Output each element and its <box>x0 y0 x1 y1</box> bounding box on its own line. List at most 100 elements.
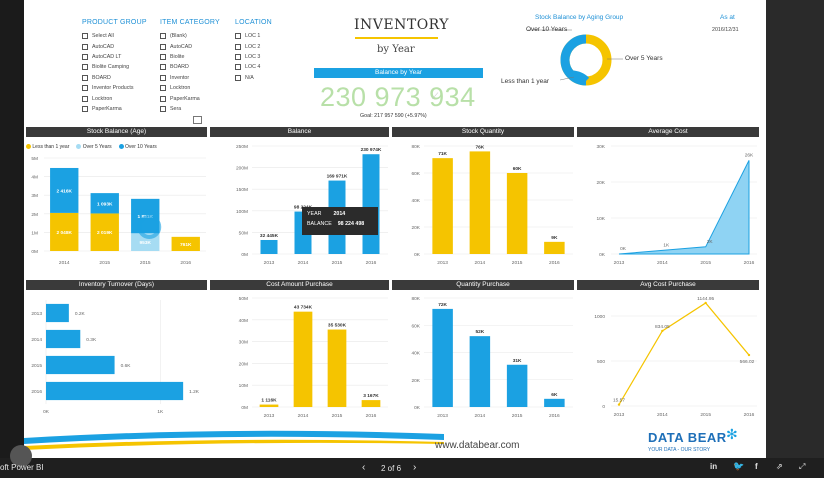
prev-page-button[interactable]: ‹ <box>362 462 365 473</box>
twitter-icon[interactable]: 🐦 <box>733 461 744 472</box>
line-series[interactable] <box>618 302 750 405</box>
slicer-item[interactable]: BOARD <box>160 62 220 72</box>
x-tick-label: 2016 <box>549 413 560 419</box>
slicer-item[interactable]: PaperKarma <box>160 93 220 103</box>
checkbox[interactable] <box>160 105 166 112</box>
chart-avg-cost-purchase[interactable]: 1000 500 0 2013 15.57 2014 834.05 2015 1144.95 20… <box>577 292 760 422</box>
facebook-icon[interactable]: f <box>755 462 758 471</box>
chart-quantity-purchase[interactable]: 80K 60K 40K 20K 0K 2013 72K 2014 52K 2015 31K 2016 6… <box>392 292 575 422</box>
slicer-item[interactable]: LOC 2 <box>235 41 272 51</box>
bar[interactable] <box>362 154 380 254</box>
slicer-item[interactable]: LOC 4 <box>235 62 272 72</box>
checkbox[interactable] <box>160 95 166 102</box>
y-tick-label: 30K <box>596 144 605 150</box>
chart-balance[interactable]: 250M 200M 150M 100M 50M 0M 2013 32 445K 2014 98 2… <box>210 140 390 272</box>
chart-average-cost[interactable]: 30K 20K 10K 0K 2013 0K 2014 1K 2015 2K 2016 26K <box>577 140 760 272</box>
y-tick-label: 10K <box>596 216 605 222</box>
slicer-item[interactable]: AutoCAD LT <box>82 52 147 62</box>
slicer-item[interactable]: Biolite Camping <box>82 62 147 72</box>
checkbox[interactable] <box>82 53 88 60</box>
checkbox[interactable] <box>82 95 88 102</box>
bar[interactable] <box>432 158 453 254</box>
checkbox[interactable] <box>160 53 166 60</box>
slicer-item-label: PaperKarma <box>170 95 200 102</box>
slicer-item[interactable]: Sera <box>160 104 220 114</box>
fullscreen-icon[interactable]: ⤢ <box>799 462 805 472</box>
line-point[interactable] <box>661 329 664 333</box>
line-point[interactable] <box>704 301 707 305</box>
bar[interactable] <box>260 239 278 254</box>
linkedin-icon[interactable]: in <box>710 462 717 471</box>
checkbox[interactable] <box>82 43 88 50</box>
chart-stock-balance-age[interactable]: 5M 4M 3M 2M 1M 0M 2 048K 2 416K 2014 2 019K 1 093K… <box>24 152 209 272</box>
x-tick-label: 2014 <box>475 260 486 266</box>
slicer-item[interactable]: Locktron <box>160 83 220 93</box>
y-tick-label: 250M <box>236 144 248 150</box>
panel-title-stock-quantity: Stock Quantity <box>392 127 574 137</box>
checkbox[interactable] <box>82 64 88 71</box>
checkbox[interactable] <box>160 64 166 71</box>
bar[interactable] <box>327 329 347 407</box>
slicer-item-label: BOARD <box>170 64 189 71</box>
checkbox[interactable] <box>82 105 88 112</box>
bar[interactable] <box>469 336 491 407</box>
expand-icon[interactable] <box>193 116 202 124</box>
slicer-item[interactable]: Inventor <box>160 73 220 83</box>
slicer-item[interactable]: N/A <box>235 73 272 83</box>
bar[interactable] <box>361 400 381 407</box>
bar[interactable] <box>469 151 491 254</box>
bar[interactable] <box>46 381 184 401</box>
bar[interactable] <box>259 404 279 407</box>
bar[interactable] <box>544 241 565 254</box>
title-underline <box>355 37 438 39</box>
bar[interactable] <box>46 329 81 349</box>
bar[interactable] <box>506 364 528 407</box>
slicer-item[interactable]: AutoCAD <box>160 41 220 51</box>
checkbox[interactable] <box>82 85 88 92</box>
chart-inventory-turnover[interactable]: 0K 1K 2013 0.2K 2014 0.3K 2015 0.6K 2016 1.2K <box>24 292 209 422</box>
bar[interactable] <box>544 398 565 407</box>
legend-item[interactable]: Less than 1 year <box>26 144 69 150</box>
checkbox[interactable] <box>160 74 166 81</box>
checkbox[interactable] <box>160 33 166 40</box>
footer-url[interactable]: www.databear.com <box>435 440 520 451</box>
left-margin <box>0 0 24 458</box>
line-point[interactable] <box>617 403 621 406</box>
checkbox[interactable] <box>82 74 88 81</box>
checkbox[interactable] <box>160 43 166 50</box>
chart-cost-amount-purchase[interactable]: 50M 40M 30M 20M 10M 0M 2013 1 116K 2014 43 734K 20… <box>210 292 390 422</box>
x-tick-label: 2013 <box>264 260 275 266</box>
share-icon[interactable]: ⇗ <box>776 462 783 471</box>
line-point[interactable] <box>747 353 751 357</box>
area-series[interactable] <box>618 160 750 255</box>
checkbox[interactable] <box>235 74 241 81</box>
donut-label-over-10: Over 10 Years <box>526 26 568 33</box>
legend-item[interactable]: Over 10 Years <box>118 144 157 150</box>
checkbox[interactable] <box>235 33 241 40</box>
slicer-item[interactable]: BOARD <box>82 73 147 83</box>
bar[interactable] <box>293 311 313 407</box>
data-label: 43 734K <box>294 305 313 311</box>
y-tick-label: 20K <box>596 180 605 186</box>
checkbox[interactable] <box>235 43 241 50</box>
slicer-item[interactable]: (Blank) <box>160 31 220 41</box>
checkbox[interactable] <box>235 53 241 60</box>
next-page-button[interactable]: › <box>413 462 416 473</box>
slicer-item[interactable]: AutoCAD <box>82 41 147 51</box>
slicer-item[interactable]: Select All <box>82 31 147 41</box>
bar[interactable] <box>432 308 453 407</box>
slicer-item[interactable]: Inventor Products <box>82 83 147 93</box>
bar[interactable] <box>46 355 115 375</box>
bar[interactable] <box>46 303 69 323</box>
bar[interactable] <box>506 173 528 254</box>
chart-stock-quantity[interactable]: 80K 60K 40K 20K 0K 2013 71K 2014 76K 2015 60K 2016 9… <box>392 140 575 272</box>
slicer-item[interactable]: PaperKarma <box>82 104 147 114</box>
slicer-item[interactable]: LOC 3 <box>235 52 272 62</box>
slicer-item[interactable]: LOC 1 <box>235 31 272 41</box>
slicer-item[interactable]: Locktron <box>82 93 147 103</box>
checkbox[interactable] <box>160 85 166 92</box>
legend-item[interactable]: Over 5 Years <box>76 144 112 150</box>
slicer-item[interactable]: Biolite <box>160 52 220 62</box>
checkbox[interactable] <box>82 33 88 40</box>
checkbox[interactable] <box>235 64 241 71</box>
